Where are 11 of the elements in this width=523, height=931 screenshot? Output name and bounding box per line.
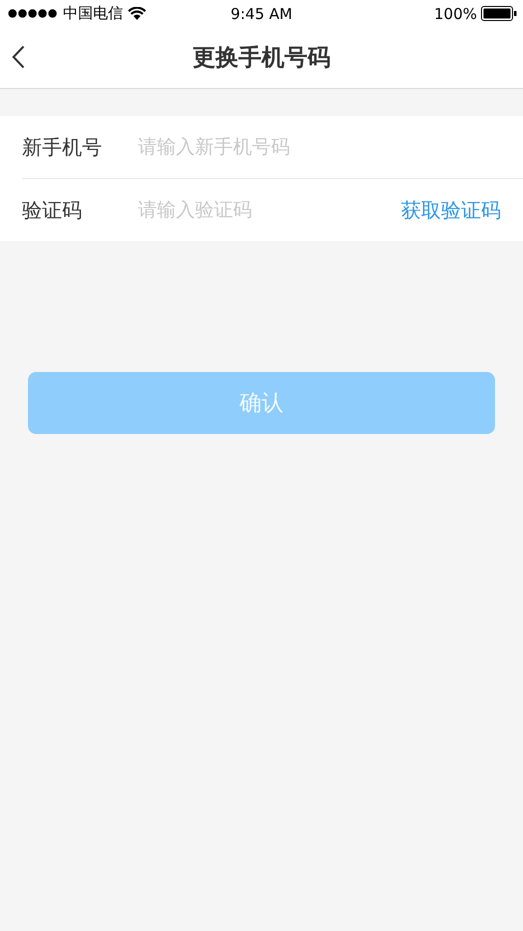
status-time: 9:45 AM (230, 4, 292, 22)
page-title: 更换手机号码 (192, 44, 330, 73)
get-code-link[interactable]: 获取验证码 (401, 196, 501, 224)
field-label: 验证码 (22, 196, 83, 224)
signal-icon (8, 9, 58, 18)
field-label: 新手机号 (22, 134, 103, 160)
battery-icon (481, 6, 517, 21)
wifi-icon (128, 7, 146, 20)
back-icon[interactable] (12, 45, 25, 69)
carrier-name: 中国电信 (63, 4, 123, 23)
battery-percent: 100% (434, 4, 477, 22)
